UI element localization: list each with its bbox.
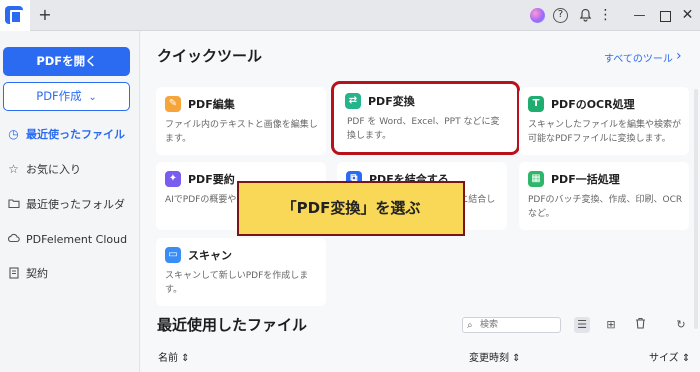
more-icon[interactable]: ⋮ <box>598 8 613 23</box>
avatar-icon[interactable] <box>530 8 545 23</box>
tutorial-callout: 「PDF変換」を選ぶ <box>237 181 465 236</box>
tool-card-batch[interactable]: ▦ PDF一括処理 PDFのバッチ変換、作成、印刷、OCRなど。 <box>519 162 689 230</box>
edit-icon: ✎ <box>165 96 181 112</box>
batch-icon: ▦ <box>528 171 544 187</box>
tool-card-title: PDF編集 <box>188 98 235 111</box>
chevron-right-icon[interactable]: › <box>676 48 682 64</box>
scan-icon: ▭ <box>165 247 181 263</box>
clock-icon: ◷ <box>8 127 19 141</box>
sidebar-item-label: 最近使ったフォルダ <box>26 198 125 211</box>
scrollbar[interactable] <box>694 89 698 329</box>
add-tab-icon[interactable]: + <box>36 5 54 25</box>
chevron-down-icon: ⌄ <box>88 92 97 103</box>
delete-icon[interactable] <box>632 317 648 333</box>
tool-card-title: PDF一括処理 <box>551 173 620 186</box>
close-icon[interactable]: ✕ <box>680 8 695 23</box>
minimize-icon[interactable]: — <box>632 8 647 23</box>
tool-card-title: PDFのOCR処理 <box>551 98 635 111</box>
create-pdf-button[interactable]: PDF作成 ⌄ <box>3 82 130 111</box>
grid-view-icon[interactable]: ⊞ <box>603 317 619 333</box>
tool-card-desc: PDFのバッチ変換、作成、印刷、OCRなど。 <box>528 195 683 219</box>
tool-card-scan[interactable]: ▭ スキャン スキャンして新しいPDFを作成します。 <box>156 238 326 306</box>
tool-card-title: PDF変換 <box>368 95 415 108</box>
folder-icon <box>7 198 20 211</box>
title-bar: + ? ⋮ — ✕ <box>0 0 700 31</box>
search-icon: ⌕ <box>467 320 473 331</box>
tool-card-desc: PDF を Word、Excel、PPT などに変換します。 <box>347 117 500 141</box>
help-icon[interactable]: ? <box>553 8 568 23</box>
sidebar-item-favorites[interactable]: ☆ お気に入り <box>0 160 140 180</box>
list-view-icon[interactable]: ☰ <box>574 317 590 333</box>
sidebar-item-recent-files[interactable]: ◷ 最近使ったファイル <box>0 125 140 145</box>
cloud-icon <box>7 233 20 246</box>
tool-card-ocr[interactable]: T PDFのOCR処理 スキャンしたファイルを編集や検索が可能なPDFファイルに… <box>519 87 689 155</box>
ocr-icon: T <box>528 96 544 112</box>
search-box[interactable]: ⌕ <box>462 317 561 333</box>
create-pdf-label: PDF作成 <box>36 89 82 103</box>
recent-files-title: 最近使用したファイル <box>157 316 308 334</box>
sidebar: PDFを開く PDF作成 ⌄ ◷ 最近使ったファイル ☆ お気に入り 最近使った… <box>0 31 140 372</box>
sidebar-item-label: お気に入り <box>26 163 81 176</box>
bell-icon[interactable] <box>578 8 593 23</box>
main-panel: クイックツール すべてのツール › ✎ PDF編集 ファイル内のテキストと画像を… <box>141 31 700 372</box>
contract-icon <box>7 267 20 280</box>
sidebar-item-label: 契約 <box>26 267 48 280</box>
app-tab[interactable] <box>0 0 30 31</box>
summary-icon: ✦ <box>165 171 181 187</box>
tool-card-title: スキャン <box>188 249 232 262</box>
column-header-size[interactable]: サイズ ⇕ <box>649 349 690 364</box>
all-tools-link[interactable]: すべてのツール <box>604 50 673 65</box>
star-icon: ☆ <box>8 162 19 176</box>
sidebar-item-cloud[interactable]: PDFelement Cloud <box>0 230 140 250</box>
tool-card-desc: スキャンして新しいPDFを作成します。 <box>165 271 309 295</box>
tool-card-pdf-edit[interactable]: ✎ PDF編集 ファイル内のテキストと画像を編集します。 <box>156 87 326 155</box>
convert-icon: ⇄ <box>345 93 361 109</box>
tool-card-title: PDF要約 <box>188 173 235 186</box>
sidebar-item-label: PDFelement Cloud <box>26 233 128 246</box>
sidebar-item-recent-folders[interactable]: 最近使ったフォルダ <box>0 195 140 215</box>
quick-tools-title: クイックツール <box>157 47 263 65</box>
column-header-modified[interactable]: 変更時刻 ⇕ <box>469 349 521 364</box>
column-header-name[interactable]: 名前 ⇕ <box>158 349 190 364</box>
tool-card-pdf-convert[interactable]: ⇄ PDF変換 PDF を Word、Excel、PPT などに変換します。 <box>334 84 517 152</box>
sidebar-item-label: 最近使ったファイル <box>26 128 125 141</box>
sidebar-item-contract[interactable]: 契約 <box>0 264 140 284</box>
tool-card-desc: スキャンしたファイルを編集や検索が可能なPDFファイルに変換します。 <box>528 120 682 144</box>
refresh-icon[interactable]: ↻ <box>673 317 689 333</box>
open-pdf-button[interactable]: PDFを開く <box>3 47 130 76</box>
maximize-icon[interactable] <box>657 8 672 23</box>
search-input[interactable] <box>480 319 558 331</box>
app-logo-icon <box>5 6 23 24</box>
tool-card-desc: ファイル内のテキストと画像を編集します。 <box>165 120 318 144</box>
